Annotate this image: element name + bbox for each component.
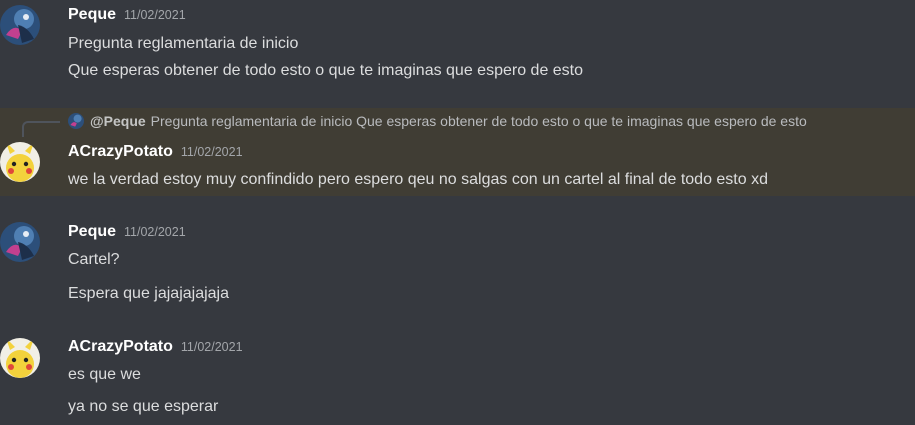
- bird-avatar-icon[interactable]: [0, 5, 40, 45]
- reply-connector: [22, 121, 60, 137]
- reply-text[interactable]: Pregunta reglamentaria de inicio Que esp…: [151, 113, 807, 129]
- author-name[interactable]: Peque: [68, 6, 116, 23]
- message-text: Cartel?: [68, 251, 120, 268]
- author-name[interactable]: ACrazyPotato: [68, 338, 173, 355]
- reply-mention[interactable]: @Peque: [90, 113, 146, 129]
- pikachu-avatar-icon[interactable]: [0, 142, 40, 182]
- pikachu-avatar-icon[interactable]: [0, 338, 40, 378]
- reply-preview[interactable]: @Peque Pregunta reglamentaria de inicio …: [68, 113, 807, 129]
- message-author[interactable]: ACrazyPotato 11/02/2021: [68, 143, 243, 161]
- bird-avatar-icon[interactable]: [0, 222, 40, 262]
- message-text: Pregunta reglamentaria de inicio: [68, 35, 299, 52]
- message-text: es que we: [68, 366, 141, 383]
- author-name[interactable]: Peque: [68, 223, 116, 240]
- message-author[interactable]: Peque 11/02/2021: [68, 6, 186, 24]
- message-author[interactable]: Peque 11/02/2021: [68, 223, 186, 241]
- message-timestamp: 11/02/2021: [180, 340, 243, 354]
- message-timestamp: 11/02/2021: [124, 8, 186, 22]
- message-timestamp: 11/02/2021: [124, 225, 186, 239]
- message-timestamp: 11/02/2021: [180, 145, 243, 159]
- message-text: Espera que jajajajajaja: [68, 285, 229, 302]
- message-text: ya no se que esperar: [68, 398, 219, 415]
- message-text: we la verdad estoy muy confindido pero e…: [68, 171, 768, 188]
- message-text: Que esperas obtener de todo esto o que t…: [68, 62, 584, 79]
- message-author[interactable]: ACrazyPotato 11/02/2021: [68, 338, 243, 356]
- author-name[interactable]: ACrazyPotato: [68, 143, 173, 160]
- bird-avatar-icon: [68, 113, 84, 129]
